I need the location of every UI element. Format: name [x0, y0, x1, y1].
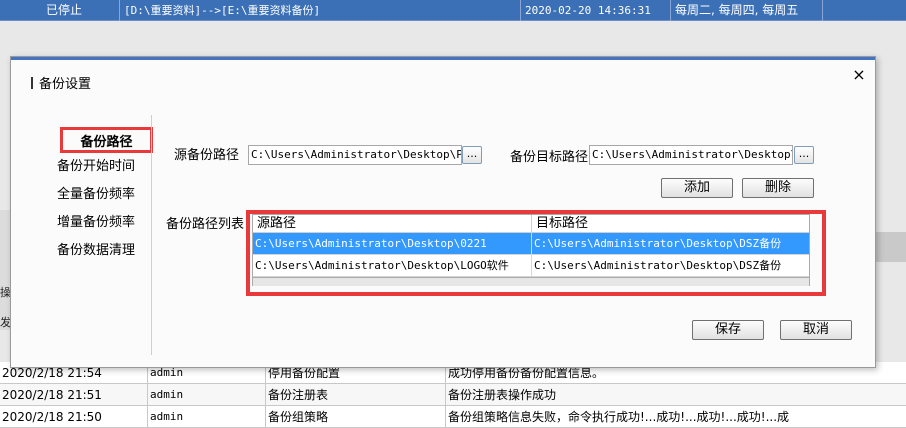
- save-button[interactable]: 保存: [692, 320, 764, 340]
- log-time: 2020/2/18 21:51: [0, 384, 148, 406]
- grid-horizontal-scrollbar[interactable]: [252, 278, 810, 286]
- dialog-title-text: 备份设置: [39, 77, 92, 92]
- nav-item-data-cleanup[interactable]: 备份数据清理: [57, 237, 149, 265]
- add-button[interactable]: 添加: [661, 178, 733, 198]
- source-browse-button[interactable]: ...: [462, 146, 482, 164]
- task-extra-cell: [823, 0, 906, 21]
- task-paths: [D:\重要资料]-->[E:\重要资料备份]: [120, 0, 521, 21]
- target-path-label: 备份目标路径: [510, 150, 589, 165]
- log-result: 备份注册表操作成功: [448, 388, 557, 402]
- cancel-button[interactable]: 取消: [780, 320, 852, 340]
- delete-button[interactable]: 删除: [742, 178, 814, 198]
- nav-item-incremental-frequency[interactable]: 增量备份频率: [57, 209, 149, 237]
- row-source: C:\Users\Administrator\Desktop\0221: [253, 233, 532, 254]
- source-path-input[interactable]: C:\Users\Administrator\Desktop\PDF转: [248, 145, 462, 165]
- source-path-label: 源备份路径: [174, 148, 240, 163]
- log-time: 2020/2/18 21:50: [0, 406, 148, 428]
- grid-header: 源路径 目标路径: [253, 215, 809, 233]
- nav-item-backup-path[interactable]: 备份路径: [60, 127, 153, 153]
- close-button[interactable]: ×: [851, 65, 867, 84]
- path-list-label: 备份路径列表: [166, 217, 245, 232]
- target-browse-button[interactable]: ...: [794, 146, 814, 164]
- column-source[interactable]: 源路径: [253, 215, 532, 232]
- log-action: 备份注册表: [266, 384, 446, 406]
- task-time: 2020-02-20 14:36:31: [521, 0, 671, 21]
- table-row[interactable]: C:\Users\Administrator\Desktop\LOGO软件 C:…: [253, 255, 809, 277]
- nav-item-start-time[interactable]: 备份开始时间: [57, 153, 149, 181]
- target-path-input[interactable]: C:\Users\Administrator\Desktop\DSZ: [589, 145, 793, 165]
- log-action: 备份组策略: [266, 406, 446, 428]
- title-marker: [31, 77, 33, 89]
- nav-item-full-frequency[interactable]: 全量备份频率: [57, 181, 149, 209]
- task-schedule: 每周二, 每周四, 每周五: [671, 0, 823, 21]
- log-result: 备份组策略信息失败，命令执行成功!...成功!...成功!...成功!...成: [448, 410, 790, 424]
- nav-divider: [151, 115, 152, 355]
- background-task-row[interactable]: 已停止 [D:\重要资料]-->[E:\重要资料备份] 2020-02-20 1…: [0, 0, 906, 21]
- row-target: C:\Users\Administrator\Desktop\DSZ备份: [534, 259, 782, 272]
- settings-nav: 备份路径 备份开始时间 全量备份频率 增量备份频率 备份数据清理: [57, 127, 153, 265]
- log-user: admin: [148, 384, 266, 406]
- log-user: admin: [148, 406, 266, 428]
- column-target[interactable]: 目标路径: [532, 215, 809, 232]
- log-table: 2020/2/18 21:54 admin 停用备份配置 成功停用备份备份配置信…: [0, 362, 906, 428]
- table-row[interactable]: C:\Users\Administrator\Desktop\0221 C:\U…: [253, 233, 809, 255]
- background-right-strip: [876, 232, 906, 262]
- table-row[interactable]: 2020/2/18 21:50 admin 备份组策略 备份组策略信息失败，命令…: [0, 406, 906, 428]
- dialog-title: 备份设置: [31, 73, 91, 92]
- dialog-accent-bar: [11, 57, 875, 60]
- table-row[interactable]: 2020/2/18 21:51 admin 备份注册表 备份注册表操作成功: [0, 384, 906, 406]
- path-list-grid[interactable]: 源路径 目标路径 C:\Users\Administrator\Desktop\…: [252, 214, 810, 278]
- row-target: C:\Users\Administrator\Desktop\DSZ备份: [534, 237, 782, 250]
- task-status: 已停止: [0, 0, 120, 21]
- row-source: C:\Users\Administrator\Desktop\LOGO软件: [253, 255, 532, 276]
